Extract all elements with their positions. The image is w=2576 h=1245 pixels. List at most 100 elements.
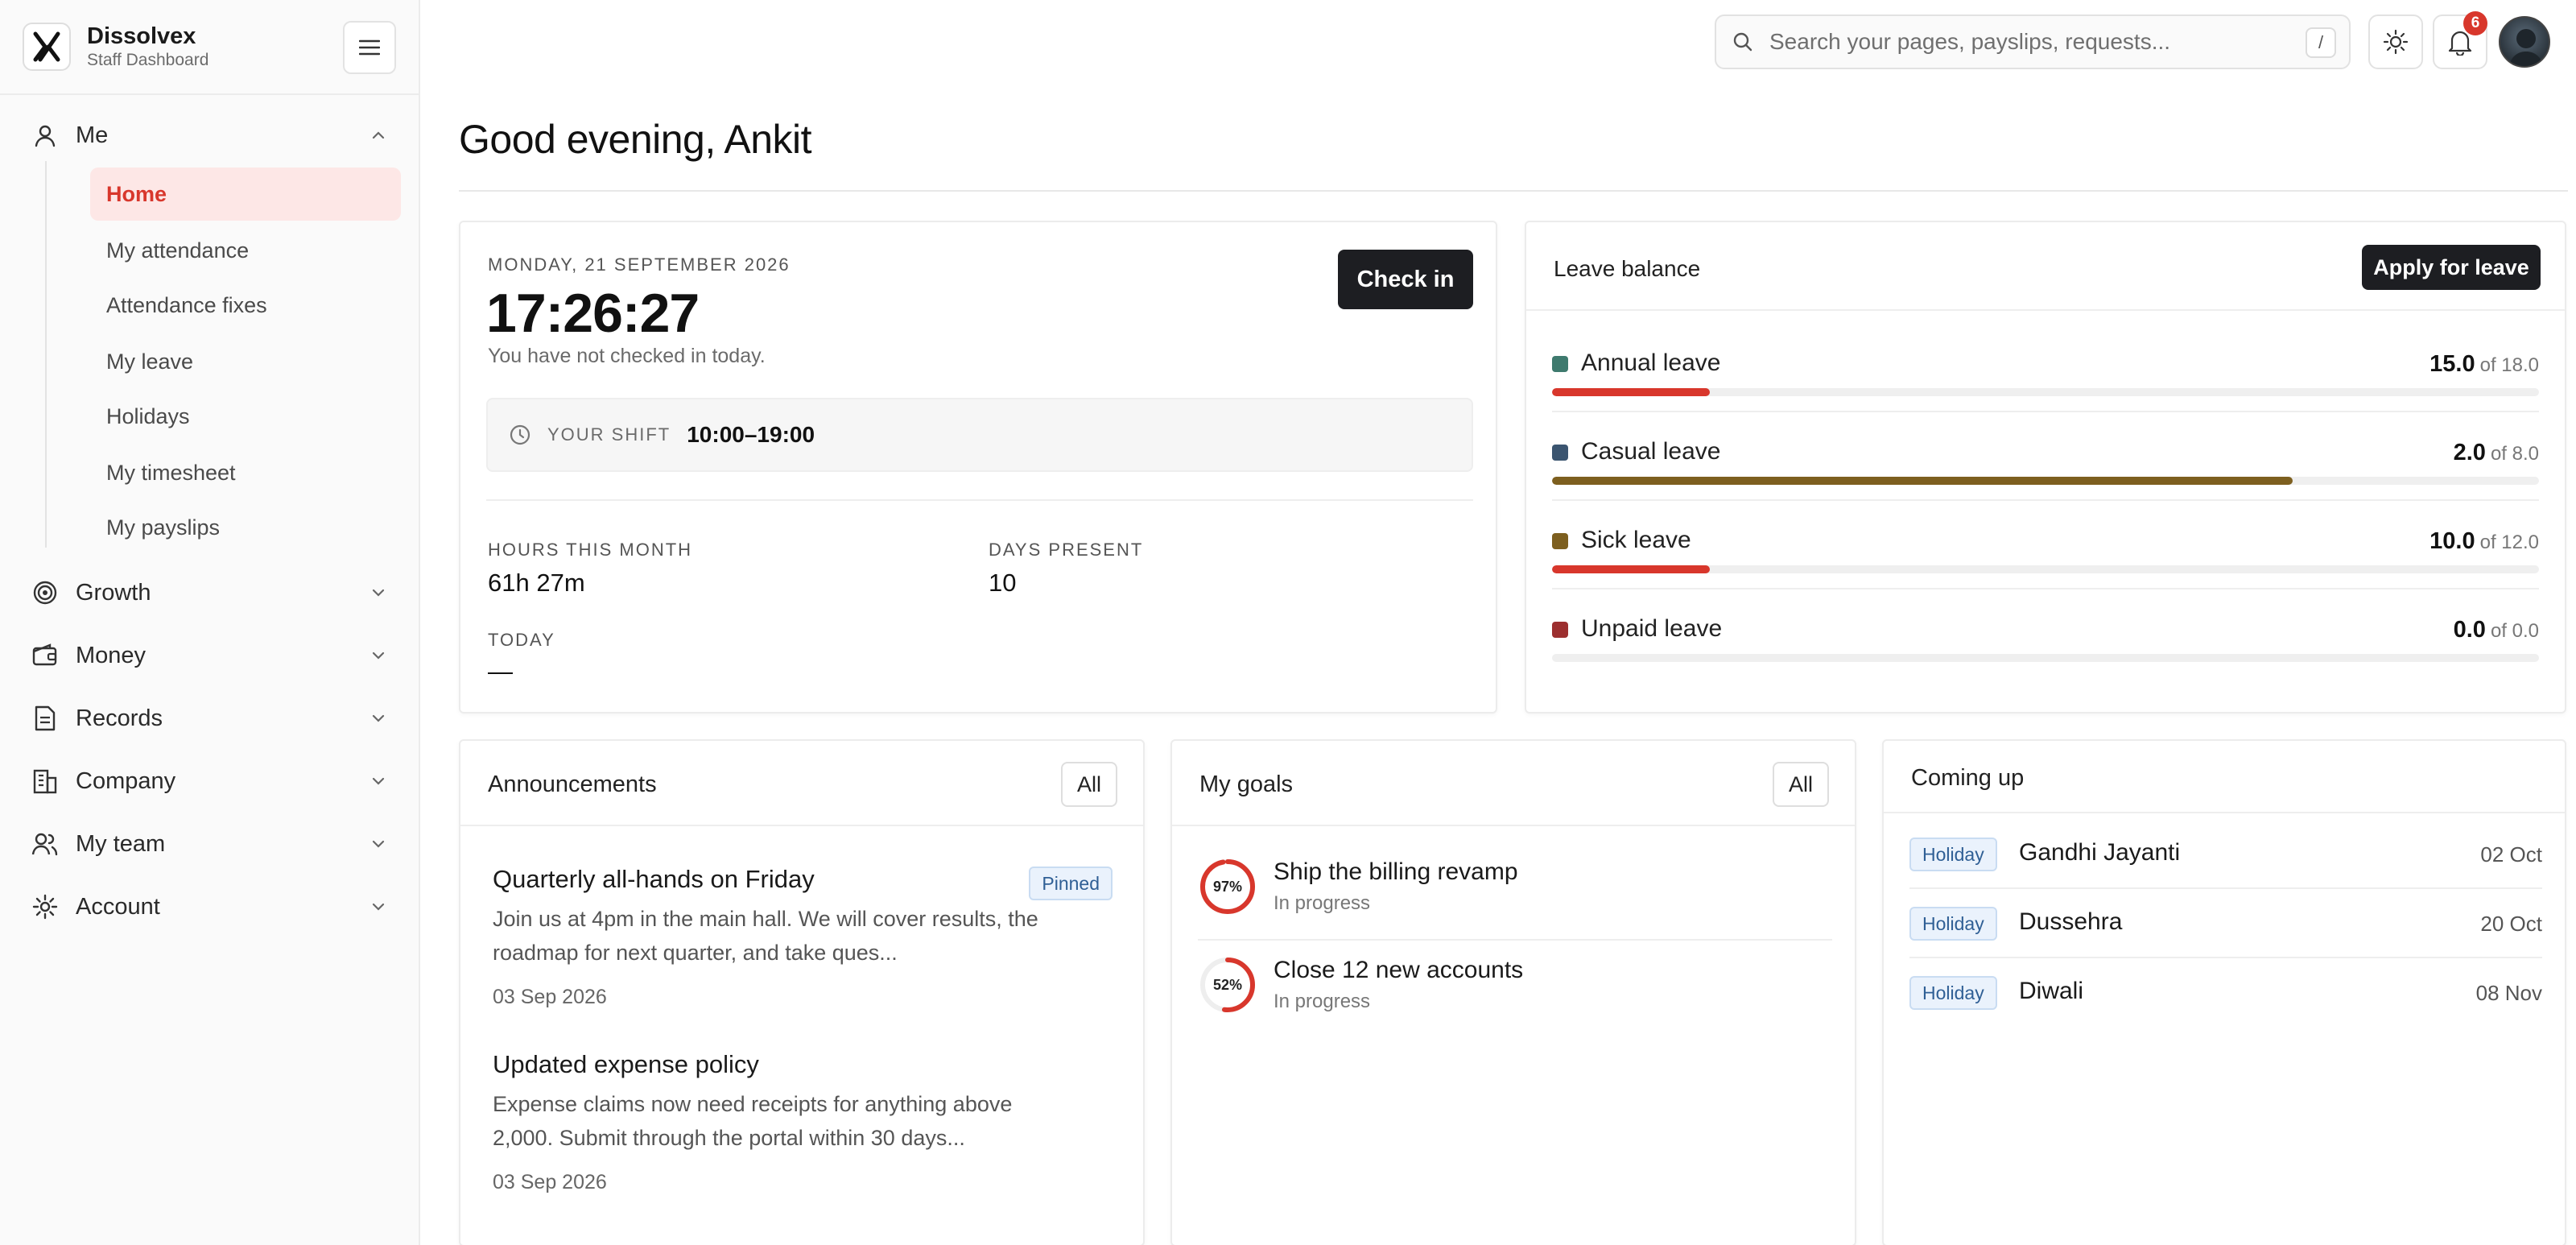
notification-count-badge: 6: [2463, 11, 2487, 35]
goals-header-divider: [1172, 825, 1855, 826]
wallet-icon: [31, 641, 60, 670]
leave-progress-track: [1552, 477, 2539, 485]
my-goals-title: My goals: [1199, 771, 1294, 797]
shift-box: YOUR SHIFT 10:00–19:00: [486, 398, 1473, 472]
avatar[interactable]: [2499, 16, 2550, 68]
leave-balance-title: Leave balance: [1554, 256, 1701, 281]
announcement-title[interactable]: Quarterly all-hands on Friday: [493, 865, 815, 894]
leave-balance-card: Leave balance Apply for leave Annual lea…: [1525, 221, 2566, 713]
shift-label: YOUR SHIFT: [547, 424, 671, 445]
nav-group-me[interactable]: Me: [0, 111, 420, 159]
chevron-down-icon: [372, 840, 385, 848]
leave-color-dot: [1552, 445, 1568, 461]
announcement-title[interactable]: Updated expense policy: [493, 1050, 759, 1079]
leave-total: of 8.0: [2490, 443, 2539, 465]
apply-for-leave-button[interactable]: Apply for leave: [2362, 245, 2541, 290]
sun-icon: [2383, 29, 2409, 55]
coming-up-header-divider: [1884, 812, 2565, 813]
announcement-body-line: roadmap for next quarter, and take ques.…: [493, 941, 898, 965]
announcements-all-button[interactable]: All: [1061, 762, 1117, 807]
event-name: Gandhi Jayanti: [2019, 839, 2181, 866]
today-value: —: [488, 657, 513, 685]
leave-row: Unpaid leave 0.0 of 0.0: [1552, 598, 2539, 688]
team-icon: [31, 829, 60, 858]
attendance-divider: [486, 499, 1473, 501]
announcements-title: Announcements: [488, 771, 657, 797]
brand-subtitle: Staff Dashboard: [87, 51, 209, 69]
sidebar-item-attendance-fixes[interactable]: Attendance fixes: [90, 279, 401, 332]
leave-row-divider: [1552, 499, 2539, 501]
goal-row[interactable]: 52% Close 12 new accounts In progress: [1198, 942, 1832, 1039]
sidebar: Dissolvex Staff Dashboard Me Home My att…: [0, 0, 420, 1245]
leave-header-divider: [1526, 309, 2565, 311]
sidebar-item-home[interactable]: Home: [90, 168, 401, 221]
logo: [23, 23, 71, 71]
leave-total: of 12.0: [2479, 532, 2539, 553]
leave-color-dot: [1552, 533, 1568, 549]
event-date: 02 Oct: [2480, 842, 2542, 867]
leave-total: of 18.0: [2479, 354, 2539, 376]
leave-remaining: 10.0: [2429, 528, 2475, 554]
leave-progress-track: [1552, 388, 2539, 396]
nav-group-money[interactable]: Money: [0, 631, 420, 680]
sidebar-item-my-leave[interactable]: My leave: [90, 335, 401, 388]
sidebar-item-my-payslips[interactable]: My payslips: [90, 501, 401, 554]
sidebar-item-holidays[interactable]: Holidays: [90, 390, 401, 443]
goals-all-button[interactable]: All: [1773, 762, 1829, 807]
chevron-down-icon: [372, 903, 385, 911]
leave-row: Casual leave 2.0 of 8.0: [1552, 420, 2539, 511]
leave-balance-value: 10.0 of 12.0: [2429, 528, 2539, 555]
nav-group-my-team[interactable]: My team: [0, 820, 420, 868]
my-goals-card: My goals All 97% Ship the billing revamp I…: [1170, 739, 1856, 1245]
theme-toggle-button[interactable]: [2368, 14, 2423, 69]
hours-this-month-value: 61h 27m: [488, 569, 585, 597]
coming-up-row[interactable]: Holiday Diwali 08 Nov: [1909, 958, 2542, 1028]
goal-percent: 52%: [1212, 976, 1243, 993]
holiday-tag: Holiday: [1909, 838, 1997, 871]
chevron-up-icon: [372, 131, 385, 139]
goal-row[interactable]: 97% Ship the billing revamp In progress: [1198, 844, 1832, 941]
nav-group-label: My team: [76, 830, 166, 857]
clock-icon: [510, 424, 530, 445]
coming-up-row[interactable]: Holiday Dussehra 20 Oct: [1909, 889, 2542, 958]
coming-up-row[interactable]: Holiday Gandhi Jayanti 02 Oct: [1909, 820, 2542, 889]
days-present-label: DAYS PRESENT: [989, 540, 1144, 560]
brand-name: Dissolvex: [87, 23, 196, 49]
announcement-body-line: Join us at 4pm in the main hall. We will…: [493, 907, 1038, 931]
leave-remaining: 15.0: [2429, 351, 2475, 377]
coming-up-card: Coming up Holiday Gandhi Jayanti 02 Oct Hol…: [1882, 739, 2566, 1245]
nav-group-account[interactable]: Account: [0, 883, 420, 931]
nav-group-label: Company: [76, 767, 176, 794]
sidebar-item-my-attendance[interactable]: My attendance: [90, 224, 401, 277]
nav-group-growth[interactable]: Growth: [0, 569, 420, 617]
leave-remaining: 2.0: [2453, 440, 2486, 465]
leave-progress-fill: [1552, 565, 1711, 573]
sidebar-toggle-button[interactable]: [343, 21, 396, 74]
nav-group-label: Money: [76, 642, 147, 668]
user-icon: [31, 121, 60, 150]
leave-row-divider: [1552, 411, 2539, 412]
chevron-down-icon: [372, 651, 385, 660]
notifications-button[interactable]: 6: [2433, 11, 2487, 69]
leave-type-name: Casual leave: [1581, 438, 1721, 465]
search-input[interactable]: Search your pages, payslips, requests...…: [1715, 14, 2351, 69]
nav-group-label: Account: [76, 893, 160, 920]
check-in-button[interactable]: Check in: [1338, 250, 1473, 309]
chevron-down-icon: [372, 589, 385, 597]
goal-name: Ship the billing revamp: [1274, 858, 1518, 885]
nav-group-company[interactable]: Company: [0, 757, 420, 805]
nav-group-label: Me: [76, 122, 109, 148]
announcement-body-line: 2,000. Submit through the portal within …: [493, 1126, 965, 1150]
holiday-tag: Holiday: [1909, 907, 1997, 941]
shift-value: 10:00–19:00: [687, 422, 815, 447]
event-name: Dussehra: [2019, 908, 2123, 935]
gear-icon: [31, 892, 60, 921]
announcement-body-line: Expense claims now need receipts for any…: [493, 1092, 1013, 1116]
today-label: TODAY: [488, 630, 555, 650]
search-icon: [1733, 32, 1752, 52]
chevron-down-icon: [372, 777, 385, 785]
sidebar-item-my-timesheet[interactable]: My timesheet: [90, 446, 401, 499]
leave-type-name: Unpaid leave: [1581, 615, 1723, 642]
nav-group-records[interactable]: Records: [0, 694, 420, 742]
announcement-date: 03 Sep 2026: [493, 1171, 607, 1193]
